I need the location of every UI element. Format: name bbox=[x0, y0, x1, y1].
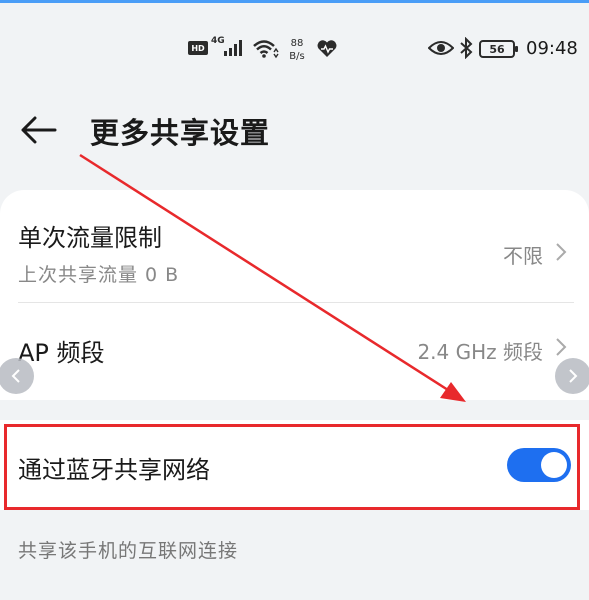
net-speed: 88 B/s bbox=[283, 34, 311, 66]
status-bar: HD 4G 88 B/s 56 09:48 bbox=[0, 30, 589, 74]
chevron-right-icon bbox=[556, 243, 567, 261]
chevron-right-icon bbox=[556, 338, 567, 356]
next-page-button[interactable] bbox=[555, 358, 589, 394]
chevron-right-icon bbox=[569, 369, 578, 383]
traffic-limit-title: 单次流量限制 bbox=[18, 224, 162, 252]
hd-badge: HD bbox=[188, 41, 208, 55]
bluetooth-icon bbox=[458, 37, 474, 59]
net-speed-value: 88 bbox=[290, 38, 304, 49]
ap-band-title: AP 频段 bbox=[18, 339, 105, 367]
traffic-limit-value: 不限 bbox=[503, 244, 543, 268]
heart-rate-icon bbox=[316, 39, 338, 59]
page-header: 更多共享设置 bbox=[0, 100, 589, 160]
wifi-icon bbox=[252, 38, 280, 60]
setting-row-traffic-limit[interactable]: 单次流量限制 上次共享流量 0 B 不限 bbox=[0, 190, 589, 302]
chevron-left-icon bbox=[11, 369, 20, 383]
net-speed-unit: B/s bbox=[289, 51, 305, 62]
top-accent-bar bbox=[0, 0, 589, 3]
back-arrow-icon bbox=[21, 116, 57, 144]
settings-card-sharing: 单次流量限制 上次共享流量 0 B 不限 AP 频段 2.4 GHz 频段 bbox=[0, 190, 589, 400]
ap-band-value: 2.4 GHz 频段 bbox=[417, 340, 543, 364]
setting-row-ap-band[interactable]: AP 频段 2.4 GHz 频段 bbox=[0, 303, 589, 400]
clock: 09:48 bbox=[526, 37, 578, 59]
page-title: 更多共享设置 bbox=[90, 116, 271, 150]
battery-level: 56 bbox=[489, 42, 505, 56]
footer-note: 共享该手机的互联网连接 bbox=[18, 540, 239, 562]
traffic-limit-subtitle: 上次共享流量 0 B bbox=[18, 264, 180, 286]
annotation-highlight-box bbox=[4, 424, 580, 510]
signal-icon bbox=[222, 38, 246, 56]
eye-comfort-icon bbox=[428, 39, 454, 57]
back-button[interactable] bbox=[16, 112, 60, 148]
